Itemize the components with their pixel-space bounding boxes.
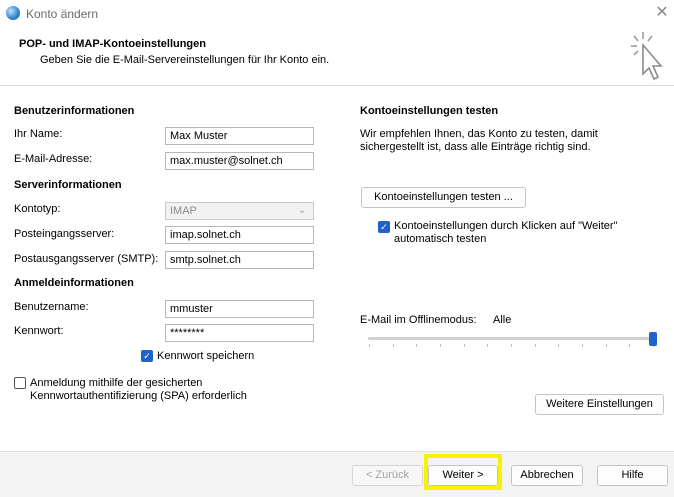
more-settings-button[interactable]: Weitere Einstellungen [535,394,664,415]
auto-test-checkbox[interactable]: ✓ [378,221,390,233]
server-info-heading: Serverinformationen [14,179,122,191]
spa-label-line1: Anmeldung mithilfe der gesicherten [30,377,203,389]
name-input[interactable]: Max Muster [165,127,314,145]
outlook-globe-icon [6,6,20,20]
outgoing-server-label: Postausgangsserver (SMTP): [14,253,159,265]
slider-tick [369,344,370,347]
test-settings-heading: Kontoeinstellungen testen [360,105,499,117]
offline-mode-value: Alle [493,314,512,326]
test-account-button[interactable]: Kontoeinstellungen testen ... [361,187,526,208]
email-label: E-Mail-Adresse: [14,153,93,165]
slider-tick [463,344,465,347]
user-info-heading: Benutzerinformationen [14,105,135,117]
incoming-server-input[interactable]: imap.solnet.ch [165,226,314,244]
outgoing-server-input[interactable]: smtp.solnet.ch [165,251,314,269]
cancel-button[interactable]: Abbrechen [511,465,583,486]
slider-tick [392,344,394,347]
next-button-highlight [424,454,502,490]
test-desc-line2: sichergestellt ist, dass alle Einträge r… [360,141,591,153]
slider-tick [487,344,489,347]
incoming-server-label: Posteingangsserver: [14,228,115,240]
spa-label-line2: Kennwortauthentifizierung (SPA) erforder… [30,390,247,402]
username-input[interactable]: mmuster [165,300,314,318]
slider-tick [629,344,631,347]
save-password-checkbox[interactable]: ✓ [141,350,153,362]
header-subtitle: Geben Sie die E-Mail-Servereinstellungen… [40,54,330,66]
password-label: Kennwort: [14,325,64,337]
email-input[interactable]: max.muster@solnet.ch [165,152,314,170]
spa-checkbox[interactable] [14,377,26,389]
title-bar [0,0,674,28]
account-type-select: IMAP ⌄ [165,202,314,220]
name-label: Ihr Name: [14,128,63,140]
slider-tick [511,344,512,347]
window-title: Konto ändern [26,7,99,21]
help-button[interactable]: Hilfe [597,465,668,486]
auto-test-label-line1: Kontoeinstellungen durch Klicken auf "We… [394,220,618,232]
back-button[interactable]: < Zurück [352,465,423,486]
save-password-label: Kennwort speichern [157,350,255,362]
click-cursor-icon [631,32,663,81]
close-icon[interactable]: ✕ [652,3,672,23]
slider-tick [558,344,560,347]
account-type-label: Kontotyp: [14,203,61,215]
username-label: Benutzername: [14,301,89,313]
password-input[interactable]: ******** [165,324,314,342]
login-info-heading: Anmeldeinformationen [14,277,134,289]
chevron-down-icon: ⌄ [298,205,307,216]
slider-tick [534,344,536,347]
offline-mode-label: E-Mail im Offlinemodus: [360,314,477,326]
test-desc-line1: Wir empfehlen Ihnen, das Konto zu testen… [360,128,598,140]
slider-tick [605,344,607,347]
offline-slider-track[interactable] [368,337,656,340]
offline-slider-thumb[interactable] [649,332,657,346]
slider-tick [440,344,441,347]
slider-tick [416,344,418,347]
header-title: POP- und IMAP-Kontoeinstellungen [19,38,206,50]
account-type-value: IMAP [170,205,197,217]
auto-test-label-line2: automatisch testen [394,233,487,245]
slider-tick [582,344,583,347]
